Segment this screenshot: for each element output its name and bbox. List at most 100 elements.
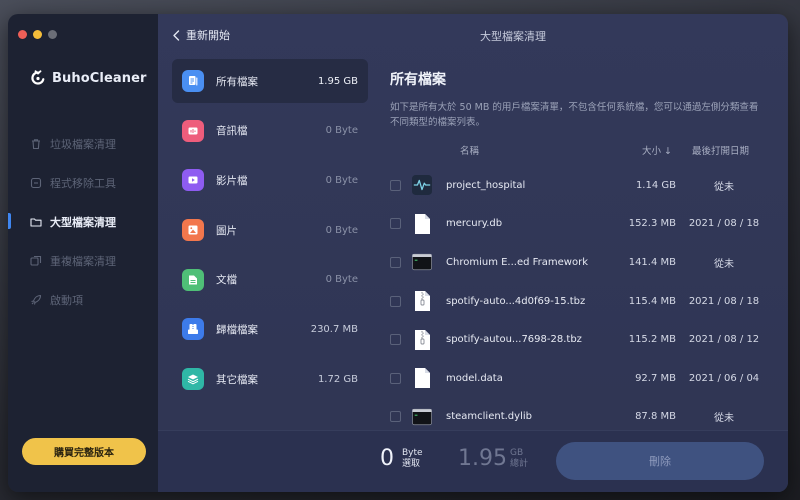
sidebar-item-startup-items[interactable]: 啟動項 — [8, 280, 158, 319]
category-documents[interactable]: 文檔 0 Byte — [172, 258, 368, 302]
file-name: project_hospital — [446, 179, 526, 191]
file-last-opened: 從未 — [714, 413, 734, 425]
file-last-opened: 2021 / 08 / 18 — [688, 295, 760, 307]
category-video[interactable]: 影片檔 0 Byte — [172, 158, 368, 202]
audio-icon — [182, 119, 204, 142]
delete-button[interactable]: 刪除 — [556, 442, 764, 480]
row-checkbox[interactable] — [390, 334, 401, 346]
file-name: model.data — [446, 372, 503, 384]
file-size: 115.2 MB — [628, 334, 676, 346]
file-last-opened: 從未 — [714, 258, 734, 270]
file-size: 1.14 GB — [635, 179, 676, 191]
sidebar-item-label: 程式移除工具 — [50, 176, 116, 190]
terminal-exec-icon — [412, 251, 432, 273]
row-checkbox[interactable] — [390, 372, 401, 384]
duplicate-icon — [30, 255, 42, 266]
trash-icon — [32, 138, 40, 149]
sidebar-item-label: 大型檔案清理 — [50, 215, 116, 229]
minimize-window-button[interactable] — [33, 30, 42, 39]
table-row[interactable]: mercury.db 152.3 MB 2021 / 08 / 18 — [390, 205, 788, 244]
bottom-bar: 0 Byte 選取 1.95 GB 總計 刪除 — [158, 430, 788, 492]
layers-icon — [182, 368, 204, 391]
file-size: 152.3 MB — [628, 218, 676, 230]
blank-document-icon — [412, 367, 432, 389]
waveform-app-icon — [412, 174, 432, 196]
category-size: 1.72 GB — [317, 373, 358, 385]
sidebar: BuhoCleaner 垃圾檔案清理 程式移除工具 大型檔案清理 重複檔案清理 … — [8, 14, 158, 492]
video-icon — [182, 169, 204, 192]
sidebar-item-label: 啟動項 — [50, 293, 83, 307]
topbar: 重新開始 大型檔案清理 — [158, 14, 788, 56]
sidebar-item-app-uninstaller[interactable]: 程式移除工具 — [8, 163, 158, 202]
file-last-opened: 2021 / 08 / 18 — [688, 218, 760, 230]
blank-document-icon — [412, 213, 432, 235]
app-window: BuhoCleaner 垃圾檔案清理 程式移除工具 大型檔案清理 重複檔案清理 … — [8, 14, 788, 492]
file-name: spotify-autou...7698-28.tbz — [446, 334, 582, 346]
column-header-size[interactable]: 大小 ↓ — [642, 143, 672, 157]
window-controls — [18, 30, 57, 39]
all-files-icon — [182, 70, 204, 92]
sidebar-item-large-files[interactable]: 大型檔案清理 — [8, 202, 158, 241]
category-all-files[interactable]: 所有檔案 1.95 GB — [172, 59, 368, 103]
row-checkbox[interactable] — [390, 179, 401, 191]
category-list: 所有檔案 1.95 GB 音訊檔 0 Byte 影片檔 0 Byte 圖片 0 … — [172, 59, 368, 407]
file-last-opened: 2021 / 06 / 04 — [688, 372, 760, 384]
file-last-opened: 2021 / 08 / 12 — [688, 334, 760, 346]
file-size: 141.4 MB — [628, 256, 676, 268]
file-size: 92.7 MB — [635, 372, 676, 384]
category-audio[interactable]: 音訊檔 0 Byte — [172, 109, 368, 153]
total-size-unit: GB 總計 — [510, 448, 528, 470]
zoom-window-button[interactable] — [48, 30, 57, 39]
selected-size-value: 0 — [380, 446, 394, 471]
file-name: steamclient.dylib — [446, 411, 532, 423]
category-size: 0 Byte — [325, 224, 358, 236]
file-rows: project_hospital 1.14 GB 從未 mercury.db 1… — [390, 166, 788, 436]
file-size: 87.8 MB — [635, 411, 676, 423]
row-checkbox[interactable] — [390, 295, 401, 307]
selected-unit: Byte — [402, 448, 423, 458]
file-name: mercury.db — [446, 218, 503, 230]
category-size: 0 Byte — [325, 274, 358, 286]
category-size: 1.95 GB — [317, 75, 358, 87]
category-size: 0 Byte — [325, 125, 358, 137]
table-row[interactable]: Chromium E...ed Framework 141.4 MB 從未 — [390, 243, 788, 282]
file-last-opened: 從未 — [714, 181, 734, 193]
category-name: 歸檔檔案 — [216, 323, 258, 336]
file-list-title: 所有檔案 — [390, 72, 446, 88]
image-icon — [182, 219, 204, 242]
category-name: 其它檔案 — [216, 373, 258, 386]
table-row[interactable]: spotify-auto...4d0f69-15.tbz 115.4 MB 20… — [390, 282, 788, 321]
rocket-icon — [31, 294, 42, 305]
category-other-files[interactable]: 其它檔案 1.72 GB — [172, 357, 368, 401]
buho-logo-icon — [31, 70, 45, 85]
row-checkbox[interactable] — [390, 218, 401, 230]
category-images[interactable]: 圖片 0 Byte — [172, 208, 368, 252]
window-title: 大型檔案清理 — [480, 30, 546, 43]
table-row[interactable]: project_hospital 1.14 GB 從未 — [390, 166, 788, 205]
file-size: 115.4 MB — [628, 295, 676, 307]
table-row[interactable]: spotify-autou...7698-28.tbz 115.2 MB 202… — [390, 320, 788, 359]
category-size: 230.7 MB — [310, 323, 358, 335]
close-window-button[interactable] — [18, 30, 27, 39]
row-checkbox[interactable] — [390, 411, 401, 423]
category-name: 影片檔 — [216, 174, 248, 187]
sidebar-item-junk-cleanup[interactable]: 垃圾檔案清理 — [8, 124, 158, 163]
column-header-name[interactable]: 名稱 — [460, 143, 479, 157]
sidebar-nav: 垃圾檔案清理 程式移除工具 大型檔案清理 重複檔案清理 啟動項 — [8, 124, 158, 319]
category-size: 0 Byte — [325, 174, 358, 186]
zip-archive-icon — [412, 329, 432, 351]
row-checkbox[interactable] — [390, 256, 401, 268]
sidebar-item-label: 重複檔案清理 — [50, 254, 116, 268]
category-name: 圖片 — [216, 224, 237, 237]
category-archives[interactable]: 歸檔檔案 230.7 MB — [172, 307, 368, 351]
zip-archive-icon — [412, 290, 432, 312]
total-label: 總計 — [510, 459, 529, 469]
file-name: spotify-auto...4d0f69-15.tbz — [446, 295, 586, 307]
table-row[interactable]: model.data 92.7 MB 2021 / 06 / 04 — [390, 359, 788, 398]
sidebar-item-duplicate-files[interactable]: 重複檔案清理 — [8, 241, 158, 280]
document-icon — [182, 268, 204, 291]
buy-full-version-button[interactable]: 購買完整版本 — [22, 438, 146, 465]
file-list-description: 如下是所有大於 50 MB 的用戶檔案清單，不包含任何系統檔，您可以通過左側分類… — [390, 102, 759, 128]
column-header-last-opened[interactable]: 最後打開日期 — [692, 143, 749, 157]
selected-size-unit: Byte 選取 — [402, 448, 423, 470]
